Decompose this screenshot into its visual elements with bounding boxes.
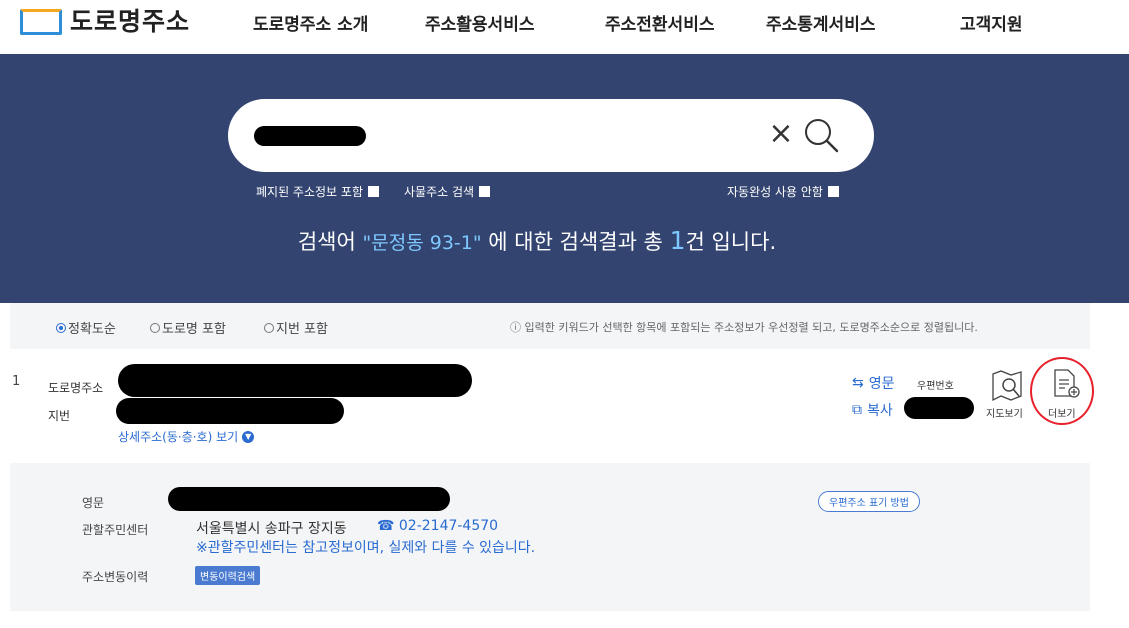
sort-exact-label: 정확도순 — [68, 322, 116, 337]
nav-support[interactable]: 고객지원 — [960, 10, 1023, 35]
center-label: 관할주민센터 — [82, 523, 149, 537]
center-value: 서울특별시 송파구 장지동 — [196, 521, 347, 537]
redacted-query — [254, 126, 366, 146]
english-button[interactable]: ⇆ 영문 — [852, 373, 895, 393]
option-thing[interactable]: 사물주소 검색 — [404, 183, 491, 200]
detail-address-link[interactable]: 상세주소(동·층·호) 보기 ▼ — [118, 428, 255, 445]
sort-jibun[interactable]: 지번 포함 — [264, 318, 328, 337]
option-thing-label: 사물주소 검색 — [404, 185, 475, 199]
sort-road-label: 도로명 포함 — [162, 322, 226, 337]
search-icon[interactable] — [800, 115, 842, 155]
nav-intro[interactable]: 도로명주소 소개 — [253, 10, 368, 35]
sort-road[interactable]: 도로명 포함 — [150, 318, 226, 337]
redacted-postal-code — [904, 397, 974, 419]
logo-text: 도로명주소 — [70, 7, 191, 36]
option-thing-checkbox[interactable] — [479, 186, 491, 197]
result-number: 1 — [12, 374, 21, 389]
nav-stats[interactable]: 주소통계서비스 — [766, 10, 875, 35]
site-logo[interactable]: 도로명주소 — [20, 0, 190, 40]
jibun-label: 지번 — [48, 409, 71, 423]
radio-selected-icon[interactable] — [56, 322, 66, 333]
search-input[interactable]: × — [228, 99, 874, 172]
sort-jibun-label: 지번 포함 — [276, 322, 328, 337]
sort-note: ⓘ 입력한 키워드가 선택한 항목에 포함되는 주소정보가 우선정렬 되고, 도… — [510, 321, 978, 334]
result-suffix: 건 입니다. — [685, 230, 777, 254]
result-keyword: "문정동 93-1" — [362, 232, 482, 254]
option-autocomplete-checkbox[interactable] — [827, 186, 839, 197]
result-summary: 검색어 "문정동 93-1" 에 대한 검색결과 총 1건 입니다. — [0, 226, 1074, 256]
sort-exact[interactable]: 정확도순 — [56, 318, 116, 337]
copy-button-label: 복사 — [867, 403, 893, 419]
detail-address-label: 상세주소(동·층·호) 보기 — [118, 430, 239, 444]
radio-icon[interactable] — [264, 322, 274, 333]
english-address-label: 영문 — [82, 496, 105, 510]
map-icon[interactable] — [990, 370, 1024, 402]
swap-icon: ⇆ — [852, 375, 864, 391]
option-autocomplete[interactable]: 자동완성 사용 안함 — [727, 183, 839, 200]
option-abolished-checkbox[interactable] — [368, 186, 379, 197]
english-button-label: 영문 — [868, 376, 895, 392]
option-abolished-label: 폐지된 주소정보 포함 — [256, 185, 363, 199]
result-mid: 에 대한 검색결과 총 — [488, 230, 663, 254]
nav-service[interactable]: 주소활용서비스 — [425, 10, 534, 35]
copy-icon: ⧉ — [852, 402, 862, 418]
redacted-jibun-address — [116, 398, 344, 424]
option-autocomplete-label: 자동완성 사용 안함 — [727, 185, 823, 199]
option-abolished[interactable]: 폐지된 주소정보 포함 — [256, 183, 379, 200]
road-address-label: 도로명주소 — [48, 381, 104, 395]
search-banner: × 폐지된 주소정보 포함 사물주소 검색 자동완성 사용 안함 검색어 "문정… — [0, 54, 1129, 303]
site-header: 도로명주소 도로명주소 소개 주소활용서비스 주소전환서비스 주소통계서비스 고… — [0, 0, 1129, 54]
map-view-label[interactable]: 지도보기 — [986, 405, 1023, 420]
redacted-road-address — [118, 364, 472, 397]
sort-bar: 정확도순 도로명 포함 지번 포함 ⓘ 입력한 키워드가 선택한 항목에 포함되… — [10, 303, 1090, 349]
radio-icon[interactable] — [150, 322, 160, 333]
result-count: 1 — [669, 226, 686, 255]
center-phone[interactable]: ☎ 02-2147-4570 — [377, 518, 498, 534]
logo-mark-icon — [20, 9, 62, 35]
detail-panel: 영문 우편주소 표기 방법 관할주민센터 서울특별시 송파구 장지동 ☎ 02-… — [10, 463, 1090, 611]
history-search-button[interactable]: 변동이력검색 — [195, 566, 261, 585]
postal-format-button[interactable]: 우편주소 표기 방법 — [818, 491, 920, 512]
nav-convert[interactable]: 주소전환서비스 — [605, 10, 714, 35]
clear-icon[interactable]: × — [766, 117, 796, 151]
history-label: 주소변동이력 — [82, 570, 149, 584]
annotation-circle — [1030, 357, 1094, 425]
redacted-english-address — [168, 487, 450, 511]
center-note: ※관할주민센터는 참고정보이며, 실제와 다를 수 있습니다. — [196, 540, 536, 556]
postal-code-label: 우편번호 — [917, 381, 954, 392]
result-prefix: 검색어 — [297, 230, 356, 254]
copy-button[interactable]: ⧉ 복사 — [852, 400, 893, 420]
chevron-down-icon: ▼ — [242, 430, 255, 443]
